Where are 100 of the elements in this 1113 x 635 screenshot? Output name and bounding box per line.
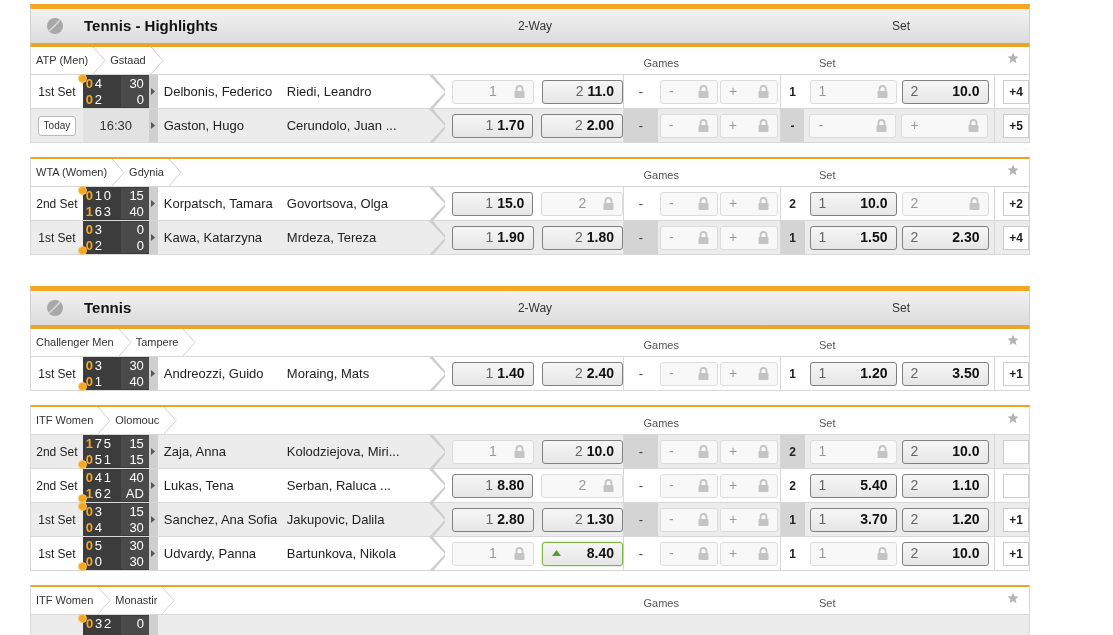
lock-icon bbox=[697, 367, 709, 380]
lock-icon bbox=[697, 479, 709, 492]
breadcrumb-link[interactable]: Challenger Men bbox=[31, 334, 118, 351]
player-name: Delbonis, Federico bbox=[162, 82, 274, 101]
lock-icon bbox=[757, 547, 769, 560]
column-label: Games bbox=[643, 167, 679, 183]
expand-icon[interactable] bbox=[151, 88, 156, 95]
more-markets-button[interactable]: +4 bbox=[1003, 79, 1029, 104]
more-markets-button[interactable]: +5 bbox=[1003, 113, 1029, 138]
more-markets-button[interactable]: +1 bbox=[1003, 541, 1029, 566]
lock-icon bbox=[697, 231, 709, 244]
lock-icon bbox=[757, 513, 769, 526]
more-markets-button[interactable]: +2 bbox=[1003, 191, 1029, 216]
expand-icon[interactable] bbox=[151, 122, 156, 129]
more-markets-button[interactable]: +1 bbox=[1003, 361, 1029, 386]
set-status: 2nd Set bbox=[36, 195, 78, 213]
column-label: Games bbox=[643, 595, 679, 611]
odds-button[interactable]: 1 1.50 bbox=[809, 225, 897, 250]
odds-button[interactable]: 2 10.0 bbox=[901, 439, 989, 464]
odds-button[interactable]: 1 15.0 bbox=[452, 191, 534, 216]
breadcrumb-link[interactable]: ITF Women bbox=[31, 592, 98, 609]
expand-icon[interactable] bbox=[151, 550, 156, 557]
set-status: 1st Set bbox=[38, 545, 76, 563]
score-digit: 0 bbox=[84, 470, 94, 486]
breadcrumb-link[interactable]: Olomouc bbox=[111, 412, 164, 429]
player-name: Korpatsch, Tamara bbox=[162, 194, 274, 213]
odds-button[interactable]: 1 1.20 bbox=[809, 361, 897, 386]
more-markets-button[interactable]: +1 bbox=[1003, 507, 1029, 532]
odds-button[interactable]: 2 2.30 bbox=[901, 225, 989, 250]
column-label: Set bbox=[819, 337, 836, 353]
breadcrumb-link[interactable]: Tampere bbox=[131, 334, 183, 351]
odds-button[interactable]: 2 1.80 bbox=[541, 225, 623, 250]
favorite-star-icon[interactable] bbox=[1007, 412, 1019, 424]
score-digit: 0 bbox=[84, 222, 94, 238]
player-name: Kawa, Katarzyna bbox=[162, 228, 264, 247]
odds-button[interactable]: 1 3.70 bbox=[809, 507, 897, 532]
breadcrumb-link[interactable]: WTA (Women) bbox=[31, 164, 112, 181]
expand-icon[interactable] bbox=[151, 370, 156, 377]
points-text: 15 bbox=[128, 436, 144, 452]
odds-button[interactable]: 8.40 bbox=[541, 541, 623, 566]
points-text: 30 bbox=[128, 520, 144, 536]
expand-icon[interactable] bbox=[151, 234, 156, 241]
odds-button[interactable]: 2 1.30 bbox=[541, 507, 623, 532]
player-name: Lukas, Tena bbox=[162, 476, 235, 495]
lock-icon bbox=[603, 479, 614, 492]
set-number: 1 bbox=[789, 365, 796, 383]
points-text: 0 bbox=[135, 616, 144, 632]
section-title: Tennis bbox=[84, 297, 132, 318]
expand-icon[interactable] bbox=[151, 482, 156, 489]
odds-button[interactable]: 2 3.50 bbox=[901, 361, 989, 386]
odds-button[interactable]: 1 10.0 bbox=[809, 191, 897, 216]
breadcrumb-link[interactable]: Gdynia bbox=[125, 164, 168, 181]
player-name: Riedi, Leandro bbox=[285, 82, 372, 101]
tennis-ball-icon bbox=[46, 299, 64, 317]
score-digit: 1 bbox=[102, 452, 112, 468]
odds-button[interactable]: 2 2.00 bbox=[541, 113, 623, 138]
score-digit: 0 bbox=[84, 92, 94, 108]
odds-button[interactable]: 2 10.0 bbox=[541, 439, 623, 464]
odds-button[interactable]: 2 1.10 bbox=[901, 473, 989, 498]
favorite-star-icon[interactable] bbox=[1007, 164, 1019, 176]
favorite-star-icon[interactable] bbox=[1007, 52, 1019, 64]
points-text: 0 bbox=[135, 92, 144, 108]
lock-icon bbox=[513, 85, 525, 98]
set-status: 1st Set bbox=[38, 511, 76, 529]
set-status: 1st Set bbox=[38, 365, 76, 383]
score-digit: 0 bbox=[84, 374, 94, 390]
favorite-star-icon[interactable] bbox=[1007, 334, 1019, 346]
tennis-ball-icon bbox=[46, 17, 64, 35]
odds-button[interactable]: 2 2.40 bbox=[541, 361, 623, 386]
score-digit: 4 bbox=[93, 470, 103, 486]
breadcrumb-link[interactable]: ITF Women bbox=[31, 412, 98, 429]
odds-button[interactable]: 1 5.40 bbox=[809, 473, 897, 498]
odds-button[interactable]: 1 1.90 bbox=[452, 225, 534, 250]
column-label: Games bbox=[643, 55, 679, 71]
points-text: 0 bbox=[135, 238, 144, 254]
odds-button[interactable]: 1 2.80 bbox=[452, 507, 534, 532]
lock-icon bbox=[697, 119, 709, 132]
score-digit: 0 bbox=[84, 452, 94, 468]
more-markets-button[interactable]: +4 bbox=[1003, 225, 1029, 250]
breadcrumb-link[interactable]: Monastir bbox=[111, 592, 162, 609]
odds-button[interactable]: 2 11.0 bbox=[541, 79, 623, 104]
today-button[interactable]: Today bbox=[37, 115, 77, 136]
odds-button[interactable]: 1 1.70 bbox=[451, 113, 534, 138]
score-digit: 1 bbox=[84, 436, 94, 452]
score-digit: 5 bbox=[102, 436, 112, 452]
breadcrumb-link[interactable]: Gstaad bbox=[106, 52, 150, 69]
odds-button[interactable]: 2 10.0 bbox=[901, 541, 989, 566]
expand-icon[interactable] bbox=[151, 516, 156, 523]
breadcrumb-link[interactable]: ATP (Men) bbox=[31, 52, 93, 69]
lock-icon bbox=[876, 119, 888, 132]
odds-button[interactable]: 1 8.80 bbox=[452, 473, 534, 498]
expand-icon[interactable] bbox=[151, 200, 156, 207]
favorite-star-icon[interactable] bbox=[1007, 592, 1019, 604]
odds-button[interactable]: 2 10.0 bbox=[901, 79, 989, 104]
expand-icon[interactable] bbox=[151, 448, 156, 455]
score-digit: 3 bbox=[93, 222, 103, 238]
odds-button[interactable]: 2 1.20 bbox=[901, 507, 989, 532]
score-digit: 6 bbox=[93, 204, 103, 220]
games-line: - bbox=[638, 510, 644, 529]
odds-button[interactable]: 1 1.40 bbox=[452, 361, 534, 386]
